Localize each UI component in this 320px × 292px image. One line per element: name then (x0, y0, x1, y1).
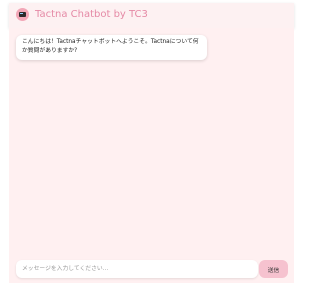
message-input[interactable] (16, 260, 258, 278)
bot-message: こんにちは！Tactnaチャットボットへようこそ。Tactnaについて何か質問が… (16, 35, 207, 60)
chat-area: こんにちは！Tactnaチャットボットへようこそ。Tactnaについて何か質問が… (9, 28, 294, 283)
message-composer: 送信 (16, 260, 288, 278)
app-title: Tactna Chatbot by TC3 (35, 9, 148, 20)
send-button[interactable]: 送信 (259, 260, 288, 278)
chatbot-window: Tactna Chatbot by TC3 こんにちは！Tactnaチャットボッ… (0, 0, 300, 292)
computer-icon (16, 8, 29, 21)
app-header: Tactna Chatbot by TC3 (9, 3, 294, 28)
